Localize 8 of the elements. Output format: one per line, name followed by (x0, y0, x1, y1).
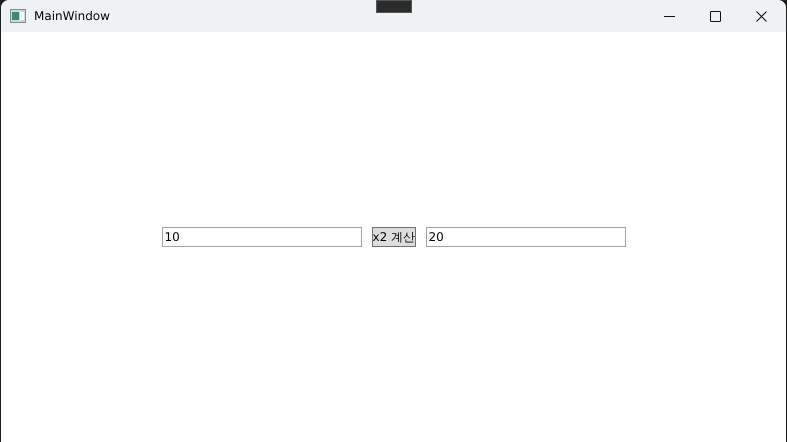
result-field[interactable]: 20 (426, 227, 626, 247)
drag-handle[interactable] (376, 0, 412, 13)
close-icon (756, 10, 766, 22)
window-title: MainWindow (34, 8, 110, 25)
calculate-button[interactable]: x2 계산 (372, 227, 416, 247)
maximize-icon (710, 10, 720, 22)
input-field[interactable]: 10 (162, 227, 362, 247)
app-icon (10, 9, 26, 23)
